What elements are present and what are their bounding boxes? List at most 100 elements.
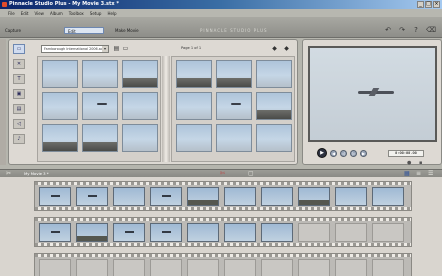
storyboard-clip[interactable]: [261, 223, 293, 242]
storyboard-clip[interactable]: [261, 187, 293, 206]
tab-capture[interactable]: Capture: [2, 27, 36, 34]
left-edge: [0, 39, 6, 165]
empty-storyboard-slot[interactable]: [298, 259, 330, 276]
brand-text: PINNACLE STUDIO PLUS: [200, 28, 268, 33]
redo-icon[interactable]: ↷: [398, 26, 406, 34]
album-clip-thumbnail[interactable]: [82, 60, 118, 88]
menus-tab-icon[interactable]: ▤: [13, 104, 25, 114]
menu-toolbox[interactable]: Toolbox: [69, 11, 84, 16]
empty-storyboard-slot[interactable]: [224, 259, 256, 276]
storyboard-clip[interactable]: [224, 187, 256, 206]
menu-setup[interactable]: Setup: [90, 11, 102, 16]
storyboard-clip[interactable]: [39, 223, 71, 242]
storyboard-clip[interactable]: [39, 187, 71, 206]
photos-tab-icon[interactable]: ▣: [13, 89, 25, 99]
source-file-select[interactable]: Farnborough International 2006.avi ▾: [41, 45, 109, 53]
storyboard-clip[interactable]: [187, 223, 219, 242]
rewind-button[interactable]: ◀: [330, 149, 337, 157]
sound-effects-tab-icon[interactable]: ◁: [13, 119, 25, 129]
volume-icon[interactable]: ●: [407, 160, 411, 166]
timeline-view-icon[interactable]: ≡: [416, 170, 421, 177]
empty-storyboard-slot[interactable]: [39, 259, 71, 276]
storyboard-view-icon[interactable]: ▦: [404, 170, 410, 177]
storyboard-clip[interactable]: [150, 187, 182, 206]
text-view-icon[interactable]: ☰: [428, 170, 433, 177]
album-clip-thumbnail[interactable]: [82, 124, 118, 152]
storyboard-clip[interactable]: [298, 187, 330, 206]
airplane-image: [358, 88, 394, 96]
help-icon[interactable]: ?: [412, 26, 420, 34]
storyboard-row-2: [34, 217, 412, 247]
music-tab-icon[interactable]: ♪: [13, 134, 25, 144]
storyboard-clip[interactable]: [187, 187, 219, 206]
undo-icon[interactable]: ↶: [384, 26, 392, 34]
menu-view[interactable]: View: [34, 11, 44, 16]
titles-tab-icon[interactable]: T: [13, 74, 25, 84]
maximize-button[interactable]: □: [425, 1, 432, 8]
menu-album[interactable]: Album: [50, 11, 63, 16]
menu-file[interactable]: File: [8, 11, 15, 16]
album-clip-thumbnail[interactable]: [42, 92, 78, 120]
empty-storyboard-slot[interactable]: [372, 223, 404, 242]
storyboard-clip[interactable]: [335, 187, 367, 206]
album-clip-thumbnail[interactable]: [82, 92, 118, 120]
tab-edit[interactable]: Edit: [64, 27, 104, 34]
empty-storyboard-slot[interactable]: [150, 259, 182, 276]
folder-up-icon[interactable]: ▤: [113, 45, 120, 52]
storyboard-clip[interactable]: [372, 187, 404, 206]
fast-forward-button[interactable]: ▶: [360, 149, 367, 157]
empty-storyboard-slot[interactable]: [335, 259, 367, 276]
album-clip-thumbnail[interactable]: [122, 60, 158, 88]
minimize-button[interactable]: _: [417, 1, 424, 8]
trash-icon[interactable]: ⌫: [426, 26, 436, 34]
album-clip-thumbnail[interactable]: [42, 60, 78, 88]
video-preview: [308, 46, 437, 142]
empty-storyboard-slot[interactable]: [335, 223, 367, 242]
album-clip-thumbnail[interactable]: [176, 124, 212, 152]
album-clip-thumbnail[interactable]: [42, 124, 78, 152]
album-clip-thumbnail[interactable]: [256, 124, 292, 152]
storyboard: [0, 177, 442, 276]
timecode-field[interactable]: 0:00:00.00: [388, 150, 424, 157]
empty-storyboard-slot[interactable]: [261, 259, 293, 276]
empty-storyboard-slot[interactable]: [372, 259, 404, 276]
tab-make-movie[interactable]: Make Movie: [112, 27, 156, 34]
storyboard-clip[interactable]: [76, 223, 108, 242]
step-back-button[interactable]: ◁: [340, 149, 347, 157]
album-clip-thumbnail[interactable]: [176, 92, 212, 120]
album-clip-thumbnail[interactable]: [216, 124, 252, 152]
storyboard-clip[interactable]: [113, 223, 145, 242]
play-button[interactable]: ▶: [317, 148, 327, 158]
album-clip-thumbnail[interactable]: [256, 60, 292, 88]
menu-edit[interactable]: Edit: [21, 11, 29, 16]
album-clip-thumbnail[interactable]: [176, 60, 212, 88]
storyboard-clip[interactable]: [76, 187, 108, 206]
scissors-icon[interactable]: ✂: [6, 170, 11, 177]
storyboard-clip[interactable]: [113, 187, 145, 206]
video-tab-icon[interactable]: ▭: [13, 44, 25, 54]
storyboard-clip[interactable]: [150, 223, 182, 242]
razor-icon[interactable]: ✄: [220, 170, 225, 177]
album-clip-thumbnail[interactable]: [122, 92, 158, 120]
window-title: Pinnacle Studio Plus - My Movie 3.stx *: [9, 1, 119, 7]
empty-storyboard-slot[interactable]: [113, 259, 145, 276]
open-folder-icon[interactable]: ▭: [122, 45, 129, 52]
album-clip-thumbnail[interactable]: [256, 92, 292, 120]
empty-storyboard-slot[interactable]: [187, 259, 219, 276]
empty-storyboard-slot[interactable]: [298, 223, 330, 242]
album-clip-thumbnail[interactable]: [122, 124, 158, 152]
transitions-tab-icon[interactable]: ✕: [13, 59, 25, 69]
menu-help[interactable]: Help: [107, 11, 116, 16]
mode-bar: Capture Edit Make Movie PINNACLE STUDIO …: [0, 17, 442, 38]
page-next-icon[interactable]: ◆: [283, 45, 290, 52]
close-button[interactable]: ×: [433, 1, 440, 8]
step-forward-button[interactable]: ▷: [350, 149, 357, 157]
movie-name: My Movie 3 *: [24, 171, 49, 176]
album-clip-thumbnail[interactable]: [216, 60, 252, 88]
empty-storyboard-slot[interactable]: [76, 259, 108, 276]
trash-icon[interactable]: ▢: [248, 170, 254, 177]
storyboard-clip[interactable]: [224, 223, 256, 242]
album-clip-thumbnail[interactable]: [216, 92, 252, 120]
fullscreen-icon[interactable]: ▪: [419, 160, 422, 166]
page-prev-icon[interactable]: ◆: [271, 45, 278, 52]
